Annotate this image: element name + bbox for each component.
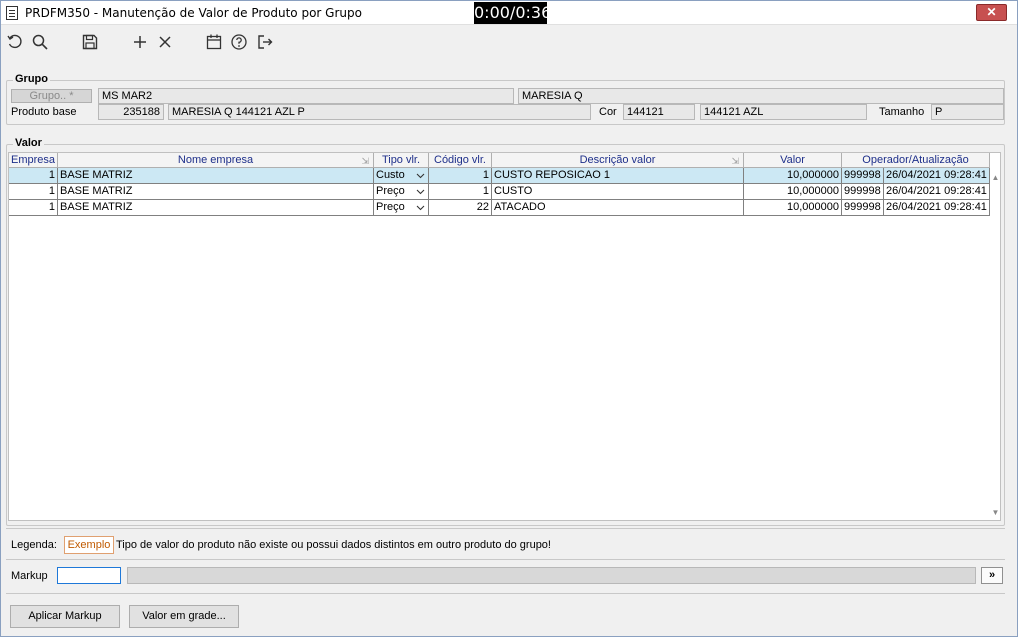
title-bar: PRDFM350 - Manutenção de Valor de Produt… (1, 1, 1017, 25)
divider (6, 593, 1005, 594)
cell-operador[interactable]: 999998 (842, 184, 884, 200)
cell-tipo[interactable]: Preço (374, 200, 429, 216)
document-icon (6, 6, 18, 20)
sort-icon: ⇲ (361, 156, 369, 166)
markup-progress-bar (127, 567, 976, 584)
legend-sample: Exemplo (64, 536, 114, 554)
cell-nome[interactable]: BASE MATRIZ (58, 200, 374, 216)
cell-tipo-value: Preço (376, 185, 405, 197)
col-codigo-vlr[interactable]: Código vlr. (429, 153, 492, 168)
toolbar (1, 26, 1017, 58)
legend-label: Legenda: (11, 539, 57, 551)
table-row[interactable]: 1 BASE MATRIZ Preço 22 ATACADO 10,000000… (9, 200, 990, 216)
cell-empresa[interactable]: 1 (9, 184, 58, 200)
cor-desc-field: 144121 AZL (700, 104, 867, 120)
col-valor[interactable]: Valor (744, 153, 842, 168)
help-icon[interactable] (229, 32, 249, 52)
grupo-section-title: Grupo (13, 73, 50, 85)
grupo-lookup-button[interactable]: Grupo.. * (11, 89, 92, 103)
markup-go-button[interactable]: » (981, 567, 1003, 584)
legend-text: Tipo de valor do produto não existe ou p… (116, 539, 551, 551)
cell-valor[interactable]: 10,000000 (744, 200, 842, 216)
cell-valor[interactable]: 10,000000 (744, 168, 842, 184)
col-nome-empresa-label: Nome empresa (177, 154, 254, 166)
cell-valor[interactable]: 10,000000 (744, 184, 842, 200)
cell-empresa[interactable]: 1 (9, 200, 58, 216)
cell-nome[interactable]: BASE MATRIZ (58, 184, 374, 200)
save-icon[interactable] (80, 32, 100, 52)
cell-codigo[interactable]: 22 (429, 200, 492, 216)
cell-operador[interactable]: 999998 (842, 200, 884, 216)
chevron-down-icon[interactable] (414, 169, 426, 182)
cell-tipo[interactable]: Preço (374, 184, 429, 200)
cell-atualizacao[interactable]: 26/04/2021 09:28:41 (884, 200, 990, 216)
scroll-up-icon[interactable]: ▲ (990, 173, 1001, 183)
cell-descricao[interactable]: CUSTO (492, 184, 744, 200)
markup-input[interactable] (57, 567, 121, 584)
undo-icon[interactable] (5, 32, 25, 52)
col-descricao-valor[interactable]: Descrição valor ⇲ (492, 153, 744, 168)
col-empresa[interactable]: Empresa (9, 153, 58, 168)
search-icon[interactable] (30, 32, 50, 52)
cell-descricao[interactable]: CUSTO REPOSICAO 1 (492, 168, 744, 184)
cell-tipo-value: Preço (376, 201, 405, 213)
sort-icon: ⇲ (731, 156, 739, 166)
valor-grid: Empresa Nome empresa ⇲ Tipo vlr. Código … (8, 152, 1001, 521)
window-title: PRDFM350 - Manutenção de Valor de Produt… (25, 6, 362, 20)
apply-markup-button[interactable]: Aplicar Markup (10, 605, 120, 628)
cell-codigo[interactable]: 1 (429, 168, 492, 184)
produto-desc-field: MARESIA Q 144121 AZL P (168, 104, 591, 120)
main-window: PRDFM350 - Manutenção de Valor de Produt… (0, 0, 1018, 637)
close-button[interactable]: ✕ (976, 4, 1007, 21)
divider (6, 559, 1005, 560)
grupo-desc-field: MARESIA Q (518, 88, 1004, 104)
cor-label: Cor (599, 106, 617, 118)
cell-atualizacao[interactable]: 26/04/2021 09:28:41 (884, 168, 990, 184)
tamanho-label: Tamanho (879, 106, 925, 118)
grid-header: Empresa Nome empresa ⇲ Tipo vlr. Código … (9, 153, 990, 168)
cell-tipo[interactable]: Custo (374, 168, 429, 184)
scroll-down-icon[interactable]: ▼ (990, 508, 1001, 518)
table-row[interactable]: 1 BASE MATRIZ Custo 1 CUSTO REPOSICAO 1 … (9, 168, 990, 184)
chevron-down-icon[interactable] (414, 185, 426, 198)
cell-empresa[interactable]: 1 (9, 168, 58, 184)
timer-overlay: 0:00/0:36 (474, 2, 552, 24)
cell-nome[interactable]: BASE MATRIZ (58, 168, 374, 184)
produto-code-field[interactable]: 235188 (98, 104, 164, 120)
cell-tipo-value: Custo (376, 169, 405, 181)
col-tipo-vlr[interactable]: Tipo vlr. (374, 153, 429, 168)
grupo-code-field[interactable]: MS MAR2 (98, 88, 514, 104)
markup-label: Markup (11, 570, 48, 582)
cell-codigo[interactable]: 1 (429, 184, 492, 200)
col-operador-atualizacao[interactable]: Operador/Atualização (842, 153, 990, 168)
produto-base-label: Produto base (11, 106, 77, 118)
exit-icon[interactable] (255, 32, 275, 52)
add-icon[interactable] (130, 32, 150, 52)
col-nome-empresa[interactable]: Nome empresa ⇲ (58, 153, 374, 168)
chevron-down-icon[interactable] (414, 201, 426, 214)
delete-icon[interactable] (155, 32, 175, 52)
calendar-icon[interactable] (204, 32, 224, 52)
cor-code-field[interactable]: 144121 (623, 104, 695, 120)
tamanho-field[interactable]: P (931, 104, 1004, 120)
cell-atualizacao[interactable]: 26/04/2021 09:28:41 (884, 184, 990, 200)
cell-operador[interactable]: 999998 (842, 168, 884, 184)
valor-section-title: Valor (13, 137, 44, 149)
valor-em-grade-button[interactable]: Valor em grade... (129, 605, 239, 628)
col-descricao-valor-label: Descrição valor (579, 154, 656, 166)
divider (6, 528, 1005, 529)
cell-descricao[interactable]: ATACADO (492, 200, 744, 216)
table-row[interactable]: 1 BASE MATRIZ Preço 1 CUSTO 10,000000 99… (9, 184, 990, 200)
